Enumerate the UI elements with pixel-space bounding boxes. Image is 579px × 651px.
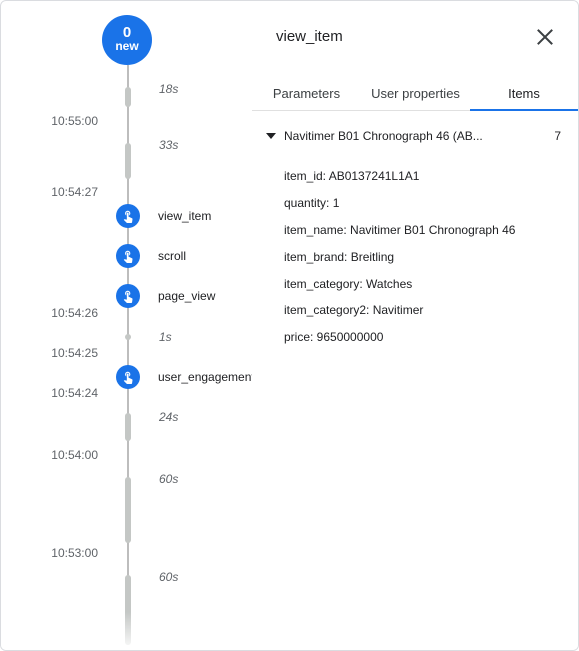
duration-label: 60s <box>159 472 179 486</box>
duration-label: 1s <box>159 330 172 344</box>
item-param: item_category: Watches <box>284 277 413 291</box>
timeline-fade <box>1 612 252 650</box>
debug-view-frame: 0 new 10:55:00 10:54:27 10:54:26 10:54:2… <box>0 0 579 651</box>
event-label: scroll <box>158 249 187 263</box>
event-label: view_item <box>158 209 212 223</box>
item-param: item_id: AB0137241L1A1 <box>284 169 420 183</box>
caret-down-icon <box>266 133 276 139</box>
timeline-segment <box>125 143 131 179</box>
item-name: Navitimer B01 Chronograph 46 (AB... <box>284 129 483 143</box>
item-param: item_category2: Navitimer <box>284 303 424 317</box>
timeline-segment <box>125 334 131 340</box>
event-page-view[interactable]: page_view <box>116 284 215 308</box>
item-expander[interactable]: Navitimer B01 Chronograph 46 (AB... 7 <box>266 126 566 146</box>
duration-label: 60s <box>159 570 179 584</box>
timestamp-label: 10:54:25 <box>51 346 98 360</box>
duration-label: 33s <box>159 138 179 152</box>
event-timeline[interactable]: 0 new 10:55:00 10:54:27 10:54:26 10:54:2… <box>1 1 252 650</box>
new-events-count: 0 <box>122 24 132 41</box>
item-param: quantity: 1 <box>284 196 340 210</box>
active-tab-indicator <box>470 109 578 111</box>
timestamp-label: 10:54:26 <box>51 306 98 320</box>
item-param: item_brand: Breitling <box>284 250 395 264</box>
event-label: user_engagement <box>158 370 252 384</box>
touch-icon <box>116 204 140 228</box>
tab-parameters[interactable]: Parameters <box>252 73 361 111</box>
touch-icon <box>116 365 140 389</box>
duration-label: 24s <box>159 410 179 424</box>
item-param: price: 9650000000 <box>284 330 384 344</box>
timeline-segment <box>125 87 131 107</box>
touch-icon <box>116 284 140 308</box>
timeline-segment <box>125 413 131 441</box>
event-view-item[interactable]: view_item <box>116 204 211 228</box>
tab-user-properties[interactable]: User properties <box>361 73 470 111</box>
item-param: item_name: Navitimer B01 Chronograph 46 <box>284 223 516 237</box>
event-user-engagement[interactable]: user_engagement <box>116 365 252 389</box>
event-label: page_view <box>158 289 216 303</box>
timestamp-label: 10:54:00 <box>51 448 98 462</box>
panel-tabs: Parameters User properties Items <box>252 73 578 111</box>
timeline-segment <box>125 477 131 543</box>
new-events-label: new <box>115 39 139 53</box>
close-icon <box>537 29 553 45</box>
timestamp-label: 10:54:24 <box>51 386 98 400</box>
touch-icon <box>116 244 140 268</box>
timestamp-label: 10:55:00 <box>51 114 98 128</box>
event-details-panel: view_item Parameters User properties Ite… <box>252 1 578 650</box>
event-scroll[interactable]: scroll <box>116 244 186 268</box>
close-button[interactable] <box>533 25 557 49</box>
tab-items[interactable]: Items <box>470 73 578 111</box>
item-param-count: 7 <box>554 129 561 143</box>
panel-title: view_item <box>276 28 343 45</box>
duration-label: 18s <box>159 82 179 96</box>
timestamp-label: 10:53:00 <box>51 546 98 560</box>
timestamp-label: 10:54:27 <box>51 185 98 199</box>
new-events-badge[interactable]: 0 new <box>102 15 152 65</box>
